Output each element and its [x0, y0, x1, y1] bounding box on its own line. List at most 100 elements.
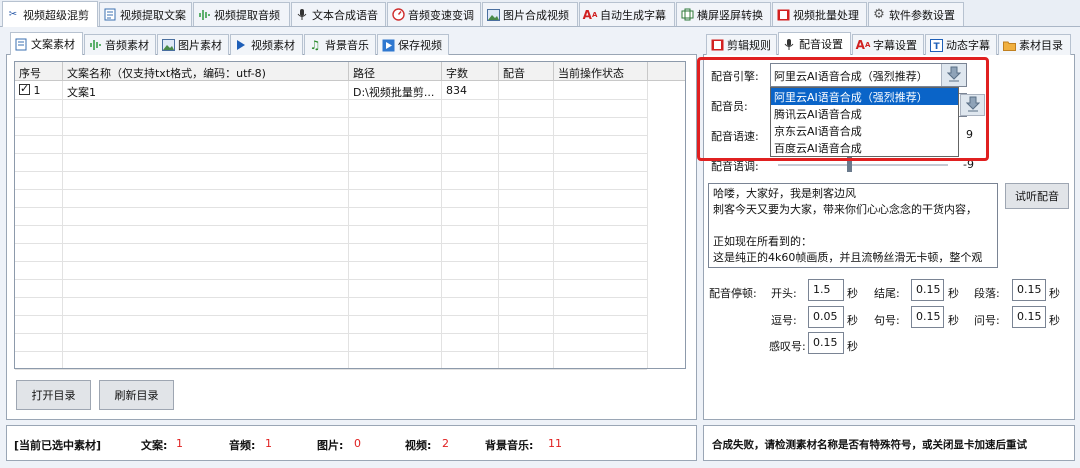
status-value-audio: 1 — [265, 437, 272, 450]
table-cell-status[interactable] — [554, 81, 648, 99]
tab-rotate-screen[interactable]: 横屏竖屏转换 — [676, 2, 771, 26]
unit-label: 秒 — [847, 314, 858, 327]
grid-line — [15, 333, 647, 334]
document-icon — [14, 37, 28, 51]
audio-wave-icon — [197, 8, 211, 22]
pause-label: 感叹号: — [769, 340, 806, 353]
table-cell-name[interactable]: 文案1 — [63, 81, 349, 99]
pause-label: 问号: — [974, 314, 1000, 327]
status-value-text: 1 — [176, 437, 183, 450]
open-directory-button[interactable]: 打开目录 — [16, 380, 91, 410]
tab-edit-rules[interactable]: 剪辑规则 — [706, 34, 777, 55]
status-label-music: 背景音乐: — [485, 439, 534, 452]
col-header-index[interactable]: 序号 — [15, 62, 63, 81]
unit-label: 秒 — [948, 287, 959, 300]
tab-text-material[interactable]: 文案素材 — [10, 32, 83, 55]
tab-background-music[interactable]: ♫ 背景音乐 — [304, 34, 376, 55]
sample-text-area[interactable]: 哈喽，大家好，我是刺客边风 刺客今天又要为大家，带来你们心心念念的干货内容， 正… — [708, 183, 998, 268]
pitch-slider-track[interactable] — [778, 164, 948, 166]
pause-start-input[interactable]: 1.5 — [808, 279, 844, 301]
pause-paragraph-input[interactable]: 0.15 — [1012, 279, 1046, 301]
pause-comma-input[interactable]: 0.05 — [808, 306, 844, 328]
pause-period-input[interactable]: 0.15 — [911, 306, 944, 328]
main-tab-bar: ✂ 视频超级混剪 视频提取文案 视频提取音频 文本合成语音 音频变速变调 图片合成… — [0, 0, 1080, 27]
unit-label: 秒 — [948, 314, 959, 327]
col-header-count[interactable]: 字数 — [442, 62, 499, 81]
pause-question-input[interactable]: 0.15 — [1012, 306, 1046, 328]
grid-line — [15, 189, 647, 190]
image-icon — [486, 8, 500, 22]
tab-audio-material[interactable]: 音频素材 — [84, 34, 156, 55]
tab-material-directory[interactable]: 素材目录 — [998, 34, 1071, 55]
grid-line — [15, 153, 647, 154]
pause-label: 开头: — [771, 287, 797, 300]
sample-text-line: 刺客今天又要为大家，带来你们心心念念的干货内容， — [713, 203, 977, 216]
col-header-filler — [648, 62, 685, 81]
check-mark-icon: ✓ — [20, 82, 30, 95]
col-header-path[interactable]: 路径 — [349, 62, 442, 81]
tab-image-material[interactable]: 图片素材 — [157, 34, 229, 55]
play-box-icon — [381, 38, 395, 52]
refresh-directory-button[interactable]: 刷新目录 — [99, 380, 174, 410]
tab-video-material[interactable]: 视频素材 — [230, 34, 303, 55]
grid-line — [15, 351, 647, 352]
audio-wave-icon — [88, 38, 102, 52]
selected-material-label: [当前已选中素材] — [14, 439, 102, 452]
unit-label: 秒 — [1049, 314, 1060, 327]
tab-text-to-speech[interactable]: 文本合成语音 — [291, 2, 386, 26]
tab-video-mix[interactable]: ✂ 视频超级混剪 — [2, 1, 98, 27]
table-cell-path[interactable]: D:\视频批量剪... — [349, 81, 442, 99]
film-icon — [710, 38, 724, 52]
pause-label: 结尾: — [874, 287, 900, 300]
tab-dynamic-subtitle[interactable]: T 动态字幕 — [925, 34, 997, 55]
table-row-index[interactable]: ✓ 1 — [15, 81, 63, 99]
grid-line — [15, 279, 647, 280]
svg-text:T: T — [933, 42, 940, 52]
folder-icon — [1002, 38, 1016, 52]
pause-label: 段落: — [974, 287, 1000, 300]
grid-line — [15, 99, 647, 100]
grid-line — [15, 315, 647, 316]
subtitle-icon: AA — [855, 38, 871, 52]
tab-extract-audio[interactable]: 视频提取音频 — [193, 2, 290, 26]
tab-batch-process[interactable]: 视频批量处理 — [772, 2, 867, 26]
pause-title: 配音停顿: — [709, 287, 757, 300]
grid-line — [15, 225, 647, 226]
tab-audio-speed[interactable]: 音频变速变调 — [387, 2, 481, 26]
tab-save-video[interactable]: 保存视频 — [377, 34, 449, 55]
status-value-music: 11 — [548, 437, 562, 450]
col-header-name[interactable]: 文案名称（仅支持txt格式，编码：utf-8) — [63, 62, 349, 81]
tab-software-settings[interactable]: ⚙ 软件参数设置 — [868, 2, 964, 26]
subtitle-icon: AA — [582, 7, 598, 22]
preview-voice-button[interactable]: 试听配音 — [1005, 183, 1069, 209]
grid-line — [15, 171, 647, 172]
table-cell-voice[interactable] — [499, 81, 554, 99]
status-value-video: 2 — [442, 437, 449, 450]
sample-text-line: 哈喽，大家好，我是刺客边风 — [713, 187, 856, 200]
document-icon — [103, 8, 117, 22]
pause-end-input[interactable]: 0.15 — [911, 279, 944, 301]
film-icon — [776, 8, 790, 22]
tab-extract-text[interactable]: 视频提取文案 — [99, 2, 192, 26]
table-cell-count[interactable]: 834 — [442, 81, 499, 99]
tab-voice-settings[interactable]: 配音设置 — [778, 32, 851, 55]
grid-line — [15, 243, 647, 244]
pause-label: 句号: — [874, 314, 900, 327]
col-header-voice[interactable]: 配音 — [499, 62, 554, 81]
status-value-image: 0 — [354, 437, 361, 450]
pause-exclamation-input[interactable]: 0.15 — [808, 332, 844, 354]
selection-status-bar — [6, 425, 697, 461]
unit-label: 秒 — [847, 287, 858, 300]
tab-subtitle-settings[interactable]: A A 字幕设置 — [852, 34, 924, 55]
pause-label: 逗号: — [771, 314, 797, 327]
scissors-icon: ✂ — [8, 9, 18, 20]
speed-gauge-icon — [391, 8, 405, 22]
music-note-icon: ♫ — [309, 38, 321, 52]
col-header-status[interactable]: 当前操作状态 — [554, 62, 648, 81]
grid-line — [15, 135, 647, 136]
row-checkbox[interactable]: ✓ — [19, 82, 30, 95]
status-label-audio: 音频: — [229, 439, 256, 452]
tab-auto-subtitle[interactable]: A A 自动生成字幕 — [579, 2, 675, 26]
tab-images-to-video[interactable]: 图片合成视频 — [482, 2, 578, 26]
highlight-annotation — [697, 57, 989, 161]
